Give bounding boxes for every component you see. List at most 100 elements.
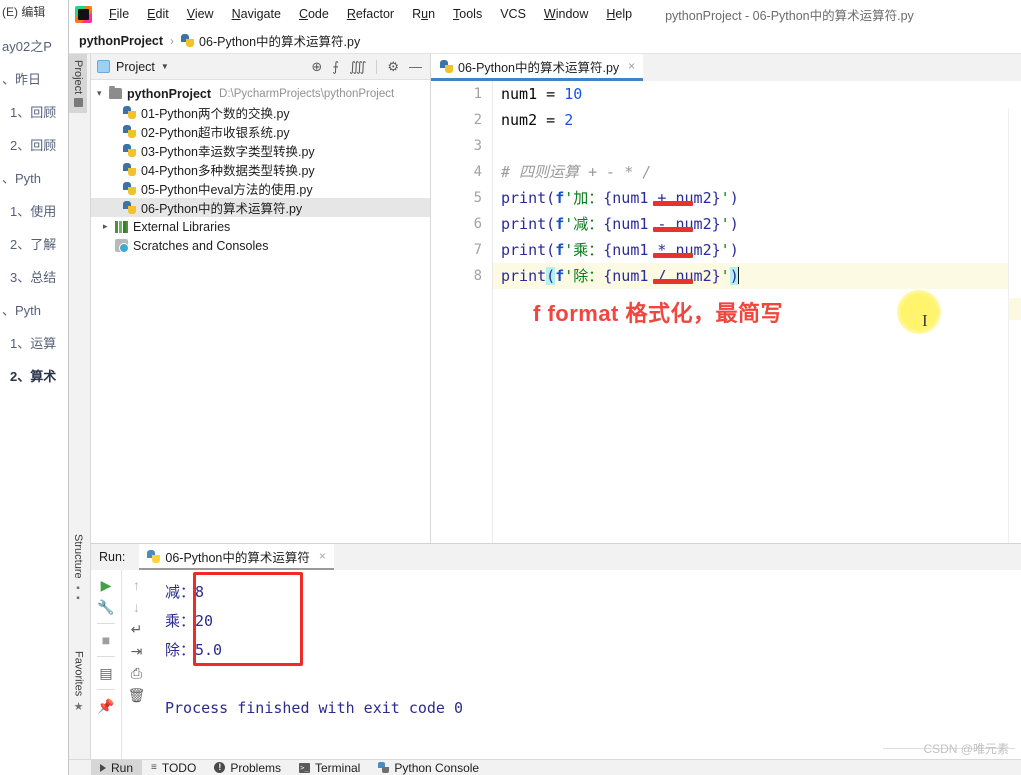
chevron-down-icon[interactable]: ▼: [161, 62, 169, 71]
star-icon: ★: [72, 700, 84, 713]
tree-row-project-root[interactable]: pythonProject D:\PycharmProjects\pythonP…: [91, 84, 430, 103]
code-lines[interactable]: num1 = 10 num2 = 2 # 四则运算 + - * / print(…: [493, 81, 1021, 543]
code-line-4[interactable]: # 四则运算 + - * /: [493, 159, 1021, 185]
pin-icon[interactable]: 📌: [97, 697, 114, 715]
code-line-1[interactable]: num1 = 10: [493, 81, 1021, 107]
background-list-item[interactable]: 、Pyth: [0, 162, 68, 195]
run-left-toolbar: ▶ 🔧 ■ ▤ 📌: [91, 570, 121, 759]
menu-item-run[interactable]: Run: [403, 3, 444, 25]
left-tool-strip: Project Structure ▪▪ Favorites ★: [69, 54, 91, 759]
run-configuration-tab[interactable]: 06-Python中的算术运算符 ×: [139, 544, 334, 570]
pycharm-window: File Edit View Navigate Code Refactor Ru…: [68, 0, 1021, 775]
background-outline-list[interactable]: ay02之P 、昨日 1、回顾 2、回顾 、Pyth 1、使用 2、了解 3、总…: [0, 22, 68, 393]
tree-row-file[interactable]: 03-Python幸运数字类型转换.py: [91, 141, 430, 160]
background-list-item[interactable]: 2、算术: [0, 360, 68, 393]
menu-item-help[interactable]: Help: [597, 3, 641, 25]
background-list-item[interactable]: 2、了解: [0, 228, 68, 261]
background-list-item[interactable]: 、昨日: [0, 63, 68, 96]
status-button-python-console[interactable]: Python Console: [369, 760, 488, 775]
tree-row-scratches[interactable]: Scratches and Consoles: [91, 236, 430, 255]
layout-icon[interactable]: ▤: [99, 664, 112, 682]
run-console-output[interactable]: 减：8 乘：20 除：5.0 Process finished with exi…: [151, 570, 1021, 759]
breadcrumb-file[interactable]: 06-Python中的算术运算符.py: [181, 31, 360, 50]
code-area[interactable]: 1 2 3 4 5 6 7 8 num1 = 10 num2 = 2 # 四则运…: [431, 81, 1021, 543]
code-line-7[interactable]: print(f'乘：{num1 * num2}'): [493, 237, 1021, 263]
status-button-problems[interactable]: ! Problems: [205, 760, 290, 775]
breadcrumb-separator: ›: [170, 33, 175, 48]
menu-item-edit[interactable]: Edit: [138, 3, 178, 25]
menu-item-file[interactable]: File: [100, 3, 138, 25]
background-list-item[interactable]: 3、总结: [0, 261, 68, 294]
code-line-8[interactable]: print(f'除：{num1 / num2}'): [493, 263, 1021, 289]
line-number: 5: [473, 190, 482, 206]
code-line-2[interactable]: num2 = 2: [493, 107, 1021, 133]
editor-tab[interactable]: 06-Python中的算术运算符.py ×: [431, 54, 644, 81]
close-icon[interactable]: ×: [319, 549, 326, 563]
code-line-3[interactable]: [493, 133, 1021, 159]
menu-item-code[interactable]: Code: [290, 3, 338, 25]
collapse-all-icon[interactable]: ⨌: [349, 60, 366, 73]
print-icon[interactable]: ⎙: [131, 664, 142, 682]
background-list-item[interactable]: 、Pyth: [0, 294, 68, 327]
line-number: 1: [473, 86, 482, 102]
rerun-icon[interactable]: ▶: [101, 576, 112, 594]
wrench-settings-icon[interactable]: 🔧: [97, 598, 114, 616]
hide-panel-icon[interactable]: —: [409, 60, 422, 73]
tool-tab-structure[interactable]: Structure ▪▪: [69, 528, 87, 609]
file-name: 03-Python幸运数字类型转换.py: [141, 145, 315, 159]
tree-row-file[interactable]: 02-Python超市收银系统.py: [91, 122, 430, 141]
tree-row-file[interactable]: 04-Python多种数据类型转换.py: [91, 160, 430, 179]
tree-row-external-libraries[interactable]: External Libraries: [91, 217, 430, 236]
tree-row-file[interactable]: 01-Python两个数的交换.py: [91, 103, 430, 122]
background-list-item[interactable]: 1、回顾: [0, 96, 68, 129]
line-number: 3: [473, 138, 482, 154]
expand-all-icon[interactable]: ⨍: [332, 60, 339, 73]
project-panel: Project ▼ ⊕ ⨍ ⨌ ⚙ — pythonProject D:\Pyc…: [91, 54, 431, 543]
menu-item-vcs[interactable]: VCS: [491, 3, 535, 25]
menu-item-view[interactable]: View: [178, 3, 223, 25]
tool-tab-favorites-label: Favorites: [72, 650, 85, 696]
menu-item-refactor[interactable]: Refactor: [338, 3, 403, 25]
operator-underline-divide: [653, 279, 693, 284]
menu-item-navigate[interactable]: Navigate: [223, 3, 290, 25]
tool-tab-project[interactable]: Project: [69, 54, 87, 114]
code-line-5[interactable]: print(f'加：{num1 + num2}'): [493, 185, 1021, 211]
python-file-icon: [181, 34, 195, 47]
status-bar: Run ≡ TODO ! Problems >_ Terminal Python…: [69, 759, 1021, 775]
breadcrumb-project[interactable]: pythonProject: [79, 34, 163, 48]
tool-tab-project-label: Project: [72, 60, 84, 95]
editor-scrollbar[interactable]: [1008, 108, 1021, 543]
background-list-item[interactable]: 1、运算: [0, 327, 68, 360]
tree-row-file[interactable]: 05-Python中eval方法的使用.py: [91, 179, 430, 198]
locate-target-icon[interactable]: ⊕: [311, 60, 322, 73]
close-icon[interactable]: ×: [628, 59, 635, 73]
up-arrow-icon[interactable]: ↑: [133, 576, 140, 594]
tool-tab-favorites[interactable]: Favorites ★: [69, 645, 88, 719]
soft-wrap-icon[interactable]: ↵: [131, 620, 143, 638]
folder-icon: [109, 86, 122, 99]
menu-item-tools[interactable]: Tools: [444, 3, 491, 25]
down-arrow-icon[interactable]: ↓: [133, 598, 140, 616]
console-line: 除：5.0: [165, 641, 223, 659]
file-name: 02-Python超市收银系统.py: [141, 126, 290, 140]
background-list-item[interactable]: 1、使用: [0, 195, 68, 228]
status-button-run[interactable]: Run: [91, 759, 143, 775]
run-panel-label: Run:: [99, 550, 126, 564]
background-list-item[interactable]: 2、回顾: [0, 129, 68, 162]
code-line-6[interactable]: print(f'减：{num1 - num2}'): [493, 211, 1021, 237]
background-document-window[interactable]: (E) 编辑 ay02之P 、昨日 1、回顾 2、回顾 、Pyth 1、使用 2…: [0, 0, 68, 775]
python-icon: [147, 549, 161, 563]
menu-item-window[interactable]: Window: [535, 3, 597, 25]
background-list-item[interactable]: ay02之P: [0, 30, 68, 63]
scroll-to-end-icon[interactable]: ⇥: [131, 642, 143, 660]
status-button-todo[interactable]: ≡ TODO: [142, 760, 205, 775]
settings-gear-icon[interactable]: ⚙: [387, 60, 399, 73]
chevron-down-icon[interactable]: [97, 88, 109, 99]
file-name: 04-Python多种数据类型转换.py: [141, 164, 315, 178]
stop-icon[interactable]: ■: [102, 631, 110, 649]
chevron-right-icon[interactable]: [103, 221, 115, 232]
status-button-terminal[interactable]: >_ Terminal: [290, 760, 369, 775]
menu-bar: File Edit View Navigate Code Refactor Ru…: [69, 0, 1021, 28]
tree-row-file-selected[interactable]: 06-Python中的算术运算符.py: [91, 198, 430, 217]
clear-all-icon[interactable]: 🗑: [128, 686, 146, 704]
